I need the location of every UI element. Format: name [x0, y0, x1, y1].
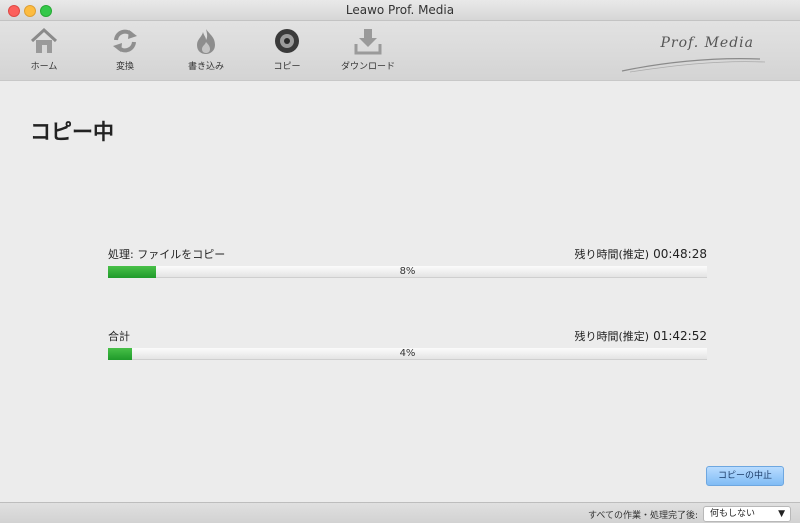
toolbar-copy-button[interactable]: コピー	[251, 25, 323, 77]
home-icon	[30, 27, 58, 53]
toolbar-copy-label: コピー	[273, 62, 301, 72]
toolbar-convert-label: 変換	[115, 62, 134, 72]
current-progress-percent: 8%	[399, 266, 416, 277]
status-bar: すべての作業・処理完了後: 何もしない ▼	[0, 502, 800, 523]
total-remaining-time: 01:42:52	[653, 329, 707, 343]
toolbar-home-label: ホーム	[30, 62, 58, 72]
app-logo: Prof. Media	[620, 29, 770, 73]
window-title: Leawo Prof. Media	[345, 3, 455, 17]
current-task-progress: 処理: ファイルをコピー 残り時間(推定) 00:48:28 8%	[108, 246, 707, 278]
page-title: コピー中	[30, 120, 114, 144]
total-remaining-label: 残り時間(推定)	[574, 330, 650, 343]
current-remaining-label: 残り時間(推定)	[574, 248, 650, 261]
download-icon	[354, 29, 382, 55]
title-bar: Leawo Prof. Media	[0, 0, 800, 21]
toolbar-home-button[interactable]: ホーム	[8, 25, 80, 77]
stop-copy-button[interactable]: コピーの中止	[706, 466, 784, 486]
current-progress-bar: 8%	[108, 266, 707, 278]
total-progress: 合計 残り時間(推定) 01:42:52 4%	[108, 328, 707, 360]
chevron-down-icon: ▼	[778, 509, 785, 519]
main-toolbar: ホーム 変換 書き込み コピー ダウンロード Prof. Media	[0, 21, 800, 81]
after-completion-select[interactable]: 何もしない ▼	[703, 506, 791, 522]
logo-swoosh-icon	[621, 58, 766, 73]
toolbar-download-label: ダウンロード	[340, 62, 395, 72]
toolbar-download-button[interactable]: ダウンロード	[332, 25, 404, 77]
after-completion-label: すべての作業・処理完了後:	[587, 511, 698, 521]
current-remaining-time: 00:48:28	[653, 247, 707, 261]
total-progress-bar: 4%	[108, 348, 707, 360]
toolbar-convert-button[interactable]: 変換	[89, 25, 161, 77]
after-completion-value: 何もしない	[710, 509, 756, 519]
convert-icon	[113, 29, 137, 53]
current-remaining: 残り時間(推定) 00:48:28	[575, 246, 708, 262]
toolbar-burn-button[interactable]: 書き込み	[170, 25, 242, 77]
total-remaining: 残り時間(推定) 01:42:52	[575, 328, 708, 344]
burn-icon	[197, 29, 215, 54]
total-label: 合計	[108, 330, 130, 343]
current-task-label: 処理: ファイルをコピー	[108, 248, 226, 261]
total-progress-percent: 4%	[399, 348, 416, 359]
copy-disc-icon	[275, 29, 299, 53]
toolbar-burn-label: 書き込み	[187, 62, 224, 72]
